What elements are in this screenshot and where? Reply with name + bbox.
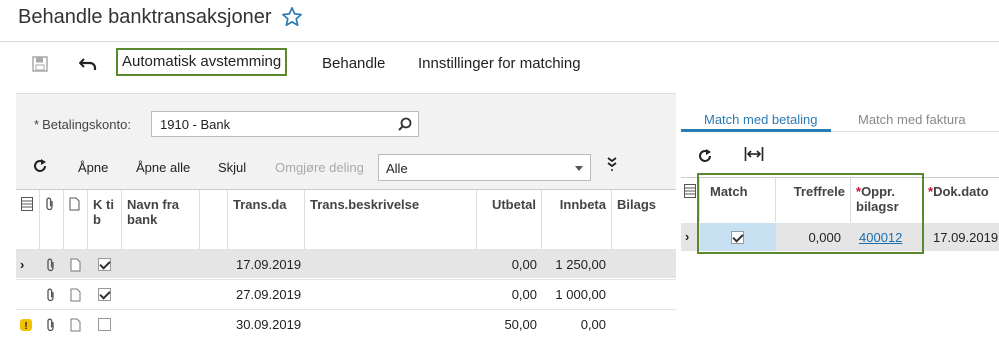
grid-settings-icon[interactable]: [16, 190, 40, 249]
trans-date-cell: 17.09.2019: [236, 257, 302, 272]
trans-date-cell: 27.09.2019: [236, 287, 302, 302]
required-star-icon: *: [34, 117, 40, 132]
attachment-icon[interactable]: [46, 258, 56, 272]
match-grid: Match Treffrele *Oppr. bilagsr *Dok.dato…: [681, 173, 999, 350]
note-icon[interactable]: [70, 318, 81, 332]
col-header-bilag[interactable]: Bilags: [612, 190, 676, 249]
favorite-star-icon[interactable]: [281, 6, 303, 28]
col-header-receipt[interactable]: Innbeta: [542, 190, 612, 249]
table-row[interactable]: ! 30.09.2019 50,00 0,00: [16, 309, 676, 338]
chevron-down-icon: [575, 166, 583, 171]
svg-text:!: !: [24, 321, 27, 332]
doc-date-cell: 17.09.2019: [933, 230, 999, 245]
warning-icon: !: [20, 319, 32, 332]
open-all-button[interactable]: Åpne alle: [136, 160, 190, 175]
row-selector-icon: ›: [20, 257, 25, 272]
col-header-ktib[interactable]: K ti b: [88, 190, 122, 249]
match-settings-button[interactable]: Innstillinger for matching: [418, 54, 581, 74]
search-icon[interactable]: [397, 116, 413, 132]
attachment-icon[interactable]: [46, 288, 56, 302]
col-header-blank: [200, 190, 228, 249]
row-checkbox[interactable]: [98, 318, 111, 331]
payment-account-label: * Betalingskonto:: [34, 117, 131, 132]
process-button[interactable]: Behandle: [322, 54, 385, 74]
col-header-doc-date[interactable]: *Dok.dato: [923, 178, 999, 222]
col-header-disbursement[interactable]: Utbetal: [477, 190, 542, 249]
note-icon[interactable]: [70, 288, 81, 302]
payment-account-field[interactable]: 1910 - Bank: [151, 111, 419, 137]
attachment-col-icon: [40, 190, 64, 249]
row-checkbox[interactable]: [98, 258, 111, 271]
row-selector-icon: ›: [685, 229, 690, 244]
tab-match-invoice[interactable]: Match med faktura: [858, 112, 966, 127]
refresh-icon[interactable]: [697, 148, 713, 169]
table-row[interactable]: › 17.09.2019 0,00 1 250,00: [16, 249, 676, 278]
disbursement-cell: 0,00: [511, 287, 537, 302]
col-header-trans-date[interactable]: Trans.da: [228, 190, 305, 249]
receipt-cell: 0,00: [580, 317, 606, 332]
undo-split-button[interactable]: Omgjøre deling: [275, 160, 364, 175]
more-actions-icon[interactable]: [606, 157, 618, 176]
trans-date-cell: 30.09.2019: [236, 317, 302, 332]
title-divider: [0, 41, 999, 42]
receipt-cell: 1 000,00: [555, 287, 606, 302]
col-header-trans-desc[interactable]: Trans.beskrivelse: [305, 190, 477, 249]
save-icon[interactable]: [30, 54, 50, 74]
table-row[interactable]: 27.09.2019 0,00 1 000,00: [16, 279, 676, 308]
disbursement-cell: 0,00: [511, 257, 537, 272]
transactions-grid: K ti b Navn fra bank Trans.da Trans.besk…: [16, 189, 676, 350]
note-col-icon: [64, 190, 88, 249]
note-icon[interactable]: [70, 258, 81, 272]
status-select-value: Alle: [386, 161, 408, 176]
attachment-icon[interactable]: [46, 318, 56, 332]
disbursement-cell: 50,00: [504, 317, 537, 332]
active-tab-indicator: [681, 129, 831, 132]
highlight-box: [697, 173, 924, 254]
open-button[interactable]: Åpne: [78, 160, 108, 175]
col-header-bank-name[interactable]: Navn fra bank: [122, 190, 200, 249]
receipt-cell: 1 250,00: [555, 257, 606, 272]
fit-columns-icon[interactable]: [744, 146, 764, 167]
page-title: Behandle banktransaksjoner: [18, 6, 272, 28]
undo-icon[interactable]: [78, 54, 98, 74]
refresh-icon[interactable]: [32, 158, 48, 177]
status-select[interactable]: Alle: [378, 154, 591, 181]
row-checkbox[interactable]: [98, 288, 111, 301]
hide-button[interactable]: Skjul: [218, 160, 246, 175]
tab-match-payment[interactable]: Match med betaling: [704, 112, 817, 127]
auto-match-button[interactable]: Automatisk avstemming: [116, 48, 288, 76]
payment-account-value: 1910 - Bank: [160, 117, 231, 132]
